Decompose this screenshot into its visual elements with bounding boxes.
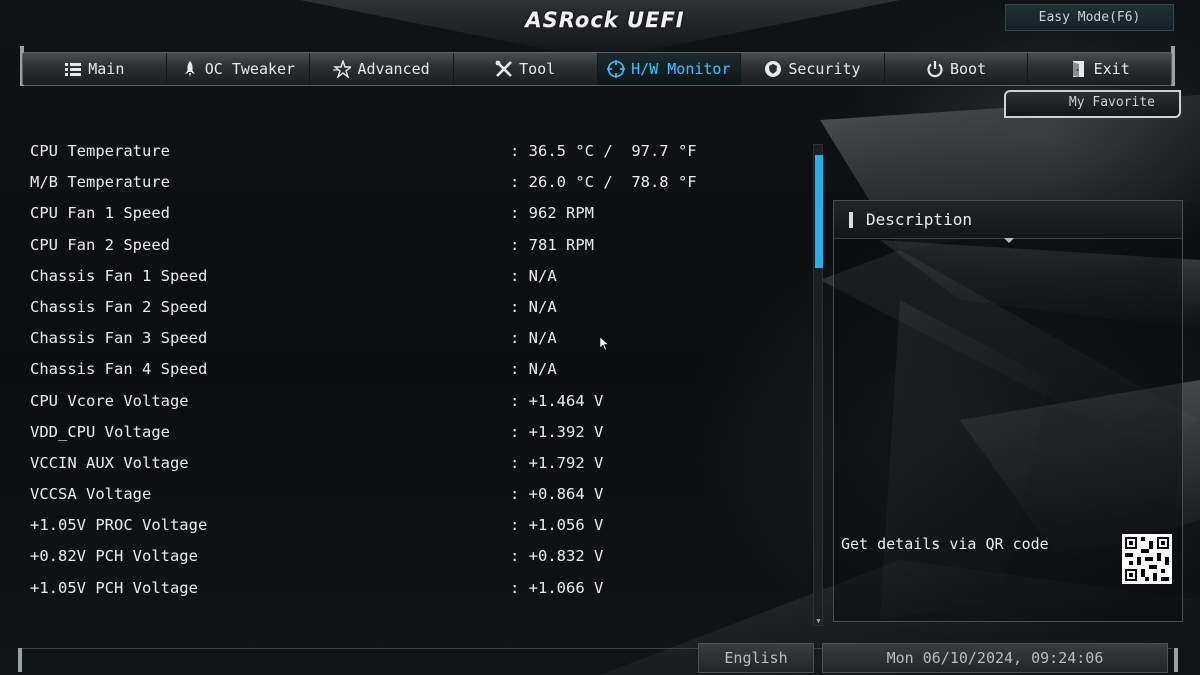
monitor-row[interactable]: CPU Temperature : 36.5 °C / 97.7 °F — [30, 137, 800, 168]
monitor-row[interactable]: Chassis Fan 2 Speed : N/A — [30, 293, 800, 324]
monitor-row-label: Chassis Fan 2 Speed — [30, 297, 208, 316]
monitor-row-label: Chassis Fan 3 Speed — [30, 329, 208, 348]
tab-security[interactable]: Security — [741, 53, 885, 85]
monitor-row-label: +1.05V PROC Voltage — [30, 516, 208, 535]
monitor-row-value: : 36.5 °C / 97.7 °F — [510, 142, 697, 160]
mouse-cursor-icon — [600, 337, 610, 351]
wrench-icon — [495, 60, 513, 77]
tab-tool[interactable]: Tool — [454, 53, 598, 85]
easy-mode-button[interactable]: Easy Mode(F6) — [1005, 4, 1174, 31]
monitor-row[interactable]: +0.82V PCH Voltage : +0.832 V — [30, 542, 800, 573]
monitor-row-value: : +1.392 V — [510, 422, 604, 441]
tab-oc-tweaker[interactable]: OC Tweaker — [167, 53, 311, 85]
monitor-row[interactable]: +1.05V PCH Voltage : +1.066 V — [30, 574, 800, 605]
description-header: Description — [834, 201, 1182, 239]
monitor-row-label: Chassis Fan 1 Speed — [30, 266, 208, 285]
rocket-icon — [184, 61, 195, 77]
tab-label: H/W Monitor — [631, 60, 731, 78]
scrollbar-thumb[interactable] — [815, 155, 823, 268]
monitor-target-icon — [607, 60, 626, 78]
description-notch-icon — [1004, 238, 1014, 243]
description-marker-icon — [849, 212, 853, 228]
monitor-row-value: : N/A — [510, 360, 557, 379]
my-favorite-button[interactable]: My Favorite — [1004, 90, 1181, 118]
monitor-row-value: : +1.056 V — [510, 516, 604, 535]
monitor-row-label: M/B Temperature — [30, 173, 170, 192]
main-navigation: Main OC Tweaker Advanced Tool H/W Monito… — [22, 52, 1172, 86]
tab-main[interactable]: Main — [23, 53, 167, 85]
tab-label: OC Tweaker — [204, 60, 296, 78]
monitor-row[interactable]: +1.05V PROC Voltage : +1.056 V — [30, 511, 800, 542]
datetime-display: Mon 06/10/2024, 09:24:06 — [822, 643, 1168, 673]
tab-hw-monitor[interactable]: H/W Monitor — [597, 53, 742, 85]
monitor-row-label: +0.82V PCH Voltage — [30, 547, 198, 566]
monitor-row[interactable]: VCCSA Voltage : +0.864 V — [30, 480, 800, 511]
scroll-down-arrow[interactable]: ▼ — [814, 617, 823, 625]
shield-icon — [765, 61, 782, 77]
monitor-row-label: Chassis Fan 4 Speed — [30, 360, 208, 379]
tab-exit[interactable]: Exit — [1028, 53, 1171, 85]
footer-rail-left — [18, 648, 22, 672]
monitor-row[interactable]: CPU Vcore Voltage : +1.464 V — [30, 387, 800, 418]
monitor-row-label: CPU Vcore Voltage — [30, 391, 189, 410]
exit-icon — [1072, 61, 1084, 77]
monitor-row-label: VDD_CPU Voltage — [30, 422, 170, 441]
monitor-row-value: : N/A — [510, 329, 557, 348]
qr-code-icon — [1122, 534, 1172, 584]
monitor-row-value: : +1.792 V — [510, 453, 604, 472]
star-icon — [333, 60, 352, 78]
tab-label: Boot — [950, 60, 987, 78]
monitor-row[interactable]: Chassis Fan 4 Speed : N/A — [30, 355, 800, 386]
monitor-row-value: : +0.864 V — [510, 485, 604, 504]
monitor-row-label: CPU Fan 1 Speed — [30, 204, 170, 223]
asrock-uefi-logo: ASRock UEFI — [525, 8, 685, 32]
language-selector[interactable]: English — [698, 643, 814, 673]
tab-advanced[interactable]: Advanced — [310, 53, 454, 85]
tab-boot[interactable]: Boot — [885, 53, 1029, 85]
monitor-row[interactable]: CPU Fan 2 Speed : 781 RPM — [30, 231, 800, 262]
footer: English Mon 06/10/2024, 09:24:06 — [0, 640, 1200, 675]
monitor-row[interactable]: VDD_CPU Voltage : +1.392 V — [30, 418, 800, 449]
monitor-row-value: : N/A — [510, 266, 557, 285]
monitor-row-value: : +0.832 V — [510, 547, 604, 566]
footer-rail-right — [1174, 648, 1178, 672]
monitor-row-label: VCCIN AUX Voltage — [30, 453, 189, 472]
header: ASRock UEFI Easy Mode(F6) Main OC Tweake… — [0, 0, 1200, 92]
monitor-row-value: : 781 RPM — [510, 235, 594, 254]
monitor-row-value: : +1.464 V — [510, 391, 604, 410]
monitor-row-value: : 962 RPM — [510, 204, 594, 223]
tab-label: Advanced — [357, 60, 430, 78]
monitor-row-value: : N/A — [510, 297, 557, 316]
hw-monitor-list: CPU Temperature : 36.5 °C / 97.7 °F M/B Te… — [30, 137, 800, 605]
monitor-row-label: VCCSA Voltage — [30, 485, 152, 504]
description-title: Description — [866, 210, 972, 229]
monitor-row[interactable]: CPU Fan 1 Speed : 962 RPM — [30, 199, 800, 230]
tab-label: Main — [88, 60, 125, 78]
monitor-row-label: CPU Temperature — [30, 142, 170, 160]
monitor-row-label: CPU Fan 2 Speed — [30, 235, 170, 254]
tab-label: Security — [788, 60, 861, 78]
monitor-row-value: : 26.0 °C / 78.8 °F — [510, 173, 697, 192]
monitor-row[interactable]: VCCIN AUX Voltage : +1.792 V — [30, 449, 800, 480]
monitor-row-label: +1.05V PCH Voltage — [30, 578, 198, 597]
list-icon — [65, 63, 82, 76]
monitor-row-value: : +1.066 V — [510, 578, 604, 597]
monitor-row[interactable]: Chassis Fan 3 Speed : N/A — [30, 324, 800, 355]
tab-label: Tool — [519, 60, 556, 78]
description-panel: Description Get details via QR code — [833, 200, 1183, 622]
monitor-row[interactable]: M/B Temperature : 26.0 °C / 78.8 °F — [30, 168, 800, 199]
qr-code-text: Get details via QR code — [841, 535, 1049, 553]
tab-label: Exit — [1093, 60, 1130, 78]
monitor-row[interactable]: Chassis Fan 1 Speed : N/A — [30, 262, 800, 293]
power-icon — [927, 61, 943, 78]
